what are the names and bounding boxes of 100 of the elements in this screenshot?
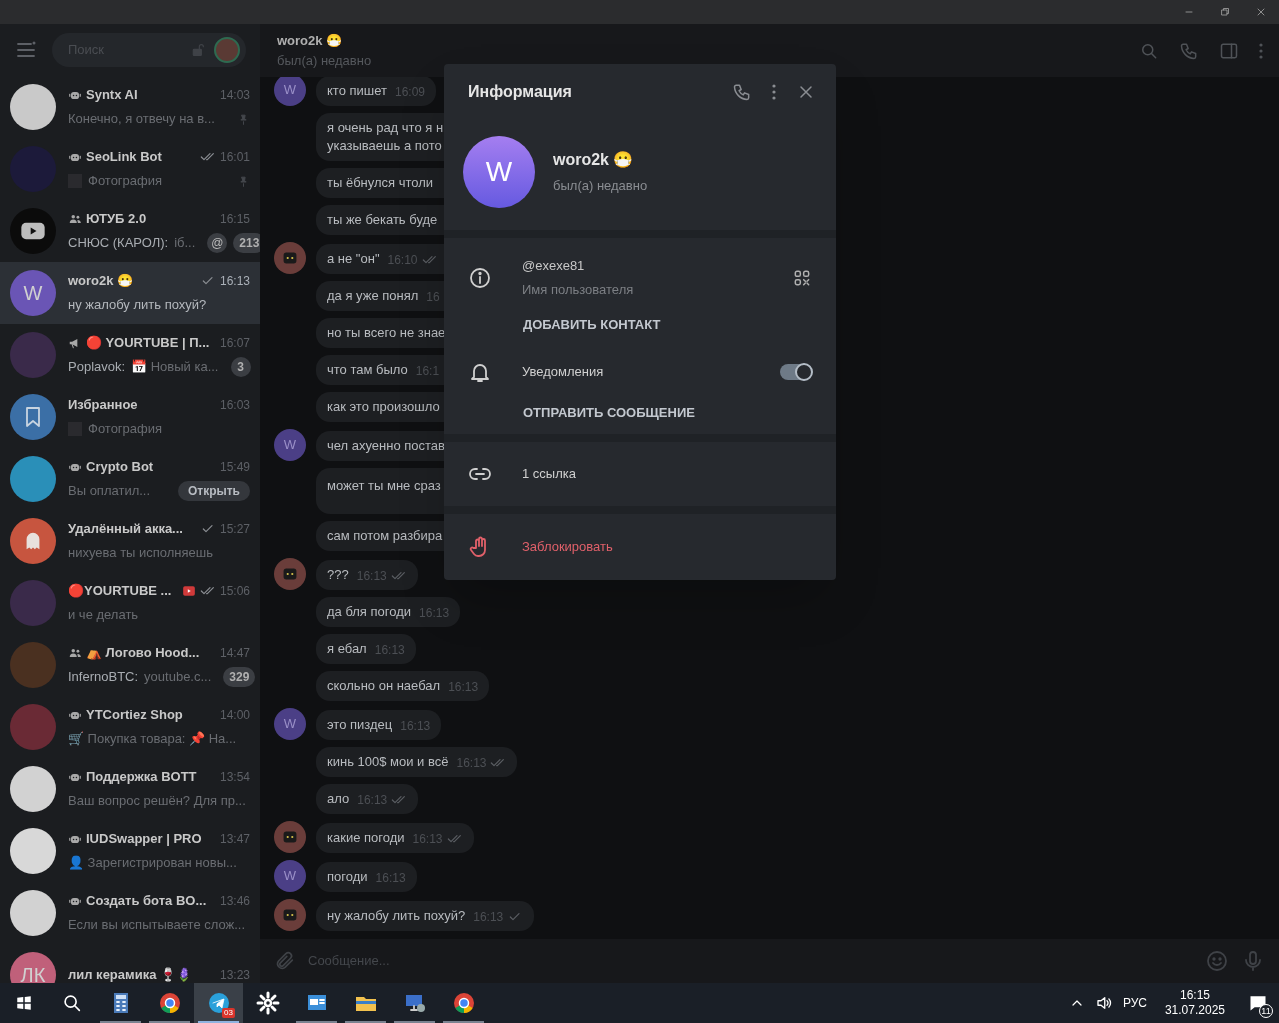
chat-item[interactable]: Crypto Bot 15:49 Вы оплатил... Открыть [0,448,260,510]
links-item[interactable]: 1 ссылка [444,442,836,506]
message-text: да я уже понял [327,287,419,305]
message-text: как это произошло [327,398,440,416]
message-text: это пиздец [327,716,393,734]
chat-item[interactable]: YTCortiez Shop 14:00 🛒 Покупка товара: 📌 На... [0,696,260,758]
chat-preview: іб... [174,234,196,253]
username: @exexe81 [522,257,586,275]
message-text: может ты мне сраз [327,477,441,495]
avatar: ЛК [10,952,56,983]
more-icon [1259,42,1263,59]
group-icon [68,212,82,226]
message-text: ты же бекать буде [327,211,438,229]
notification-center-button[interactable]: 11 [1243,988,1273,1018]
call-button[interactable] [732,82,752,102]
send-message-button[interactable]: ОТПРАВИТЬ СООБЩЕНИЕ [523,402,695,422]
chrome-icon [157,991,182,1015]
lock-icon [190,42,206,58]
profile-avatar: W [463,136,535,208]
chat-name: ⛺ Логово Hood... [86,644,200,663]
account-avatar[interactable] [214,37,240,63]
avatar: W [274,77,306,106]
taskbar-app[interactable]: 03 [194,983,243,1023]
notification-count: 11 [1259,1004,1273,1018]
more-button[interactable] [772,84,776,100]
close-icon [1255,6,1267,18]
chat-preview: 🛒 Покупка товара: 📌 На... [68,730,237,749]
chat-time: 15:27 [219,521,250,538]
add-contact-button[interactable]: ДОБАВИТЬ КОНТАКТ [523,315,661,335]
chat-time: 15:06 [219,583,250,600]
message-text: а не "он" [327,250,380,268]
info-icon [468,265,492,290]
notifications-toggle[interactable] [780,363,812,380]
chat-status: был(а) недавно [277,51,373,70]
message-text: погоди [327,868,368,886]
chat-time: 13:47 [219,831,250,848]
message-text: но ты всего не знае [327,324,446,342]
chat-time: 13:23 [219,967,250,983]
chat-item[interactable]: W woro2k 😷 16:13 ну жалобу лить похуй? [0,262,260,324]
chat-item[interactable]: Создать бота BO... 13:46 Если вы испытываете слож... [0,882,260,944]
chat-item[interactable]: IUDSwapper | PRO 13:47 👤 Зарегистрирован новы... [0,820,260,882]
unread-badge: 329 [223,667,256,687]
chat-item[interactable]: 🔴 YOURTUBE | П... 16:07 Poplavok: 📅 Новый ка... 3 [0,324,260,386]
links-label: 1 ссылка [522,465,576,484]
chat-item[interactable]: SeoLink Bot 16:01 Фотография [0,138,260,200]
settings-icon [255,991,280,1015]
chat-time: 16:07 [219,335,250,352]
message-text: какие погоди [327,829,405,847]
chat-time: 16:01 [219,149,250,166]
unread-badge: 3 [230,357,251,377]
block-button[interactable]: Заблокировать [444,514,836,580]
preview-sender: InfernoBTC: [68,668,139,687]
restore-icon [1219,6,1231,18]
message-text: кинь 100$ мои и всё [327,753,449,771]
message-text: да бля погоди [327,603,412,621]
chat-name: 🔴YOURTUBE ... [68,582,172,601]
chat-item[interactable]: ЮТУБ 2.0 16:15 СНЮС (КАРОЛ): іб... @ 213 [0,200,260,262]
paperclip-icon [274,950,296,972]
chat-name: Создать бота BO... [86,892,207,911]
chat-name: Crypto Bot [86,458,154,477]
more-button[interactable] [1259,42,1263,59]
chat-preview: Ваш вопрос решён? Для пр... [68,792,246,811]
chat-name: лил керамика 🍷🪻 [68,966,192,983]
clock[interactable]: 16:15 31.07.2025 [1156,988,1233,1018]
chrome-icon [451,991,476,1015]
chat-item[interactable]: Удалённый акка... 15:27 нихуева ты исполняешь [0,510,260,572]
message-text: я очень рад что я н [327,119,444,137]
avatar: W [274,429,306,461]
chat-item[interactable]: Syntx AI 14:03 Конечно, я отвечу на в... [0,76,260,138]
chat-item[interactable]: Избранное 16:03 Фотография [0,386,260,448]
chat-item[interactable]: ⛺ Логово Hood... 14:47 InfernoBTC: youtube.c... 329 [0,634,260,696]
chat-item[interactable]: Поддержка BOTT 13:54 Ваш вопрос решён? Для пр... [0,758,260,820]
smile-icon [1205,949,1229,973]
chat-time: 14:47 [219,645,250,662]
chat-time: 16:03 [219,397,250,414]
chat-name: 🔴 YOURTUBE | П... [86,334,210,353]
preview-sender: СНЮС (КАРОЛ): [68,234,169,253]
chat-name: IUDSwapper | PRO [86,830,202,849]
preview-sender: Poplavok: [68,358,126,377]
chat-name: Удалённый акка... [68,520,183,539]
open-button[interactable]: Открыть [177,481,250,501]
message-text: указываешь а пото [327,137,443,155]
volume-button[interactable] [1094,994,1113,1012]
message-text: кто пишет [327,82,387,100]
message-text: ну жалобу лить похуй? [327,907,466,925]
avatar: W [10,270,56,316]
avatar: W [274,708,306,740]
message-text: ты ёбнулся чтоли [327,174,434,192]
language-indicator[interactable]: РУС [1122,994,1147,1012]
chat-title: woro2k 😷 [277,32,344,50]
chat-item[interactable]: 🔴YOURTUBE ... 15:06 и че делать [0,572,260,634]
chat-time: 16:13 [219,273,250,290]
chat-name: Поддержка BOTT [86,768,197,787]
chat-name: Syntx AI [86,86,138,105]
profile-name: woro2k 😷 [553,150,635,171]
chat-preview: Фотография [88,420,163,439]
chat-name: woro2k 😷 [68,272,134,291]
profile-status: был(а) недавно [553,177,648,196]
chat-preview: Если вы испытываете слож... [68,916,246,935]
mention-badge: @ [207,233,228,253]
